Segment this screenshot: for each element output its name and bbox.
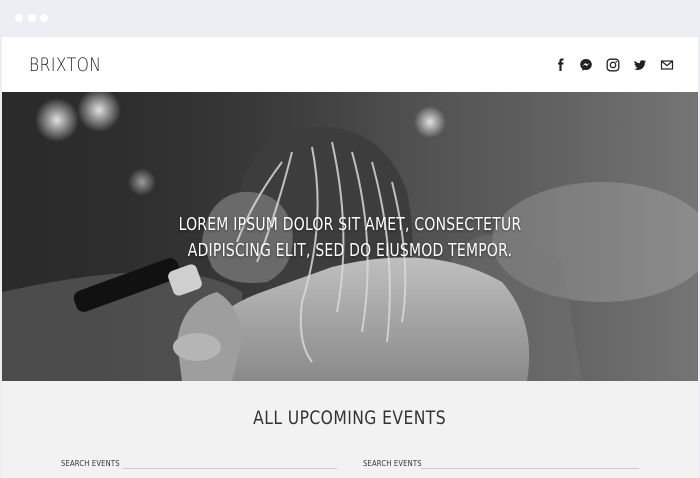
- window-dot-1: [15, 14, 23, 22]
- window-dot-2: [28, 14, 36, 22]
- search-events-left: SEARCH EVENTS: [61, 457, 339, 473]
- window-dot-3: [40, 14, 48, 22]
- page-frame: BRIXTON LOREM IPSUM DOLOR SIT AMET, CONS…: [2, 37, 698, 478]
- mail-icon[interactable]: [660, 58, 674, 72]
- search-events-input[interactable]: [123, 457, 337, 469]
- search-events-input[interactable]: [421, 457, 639, 469]
- brand-logo[interactable]: BRIXTON: [29, 54, 101, 76]
- search-events-right: SEARCH EVENTS: [363, 457, 641, 473]
- hero-line-1: LOREM IPSUM DOLOR SIT AMET, CONSECTETUR: [178, 214, 522, 235]
- twitter-icon[interactable]: [633, 58, 647, 72]
- messenger-icon[interactable]: [579, 58, 593, 72]
- facebook-icon[interactable]: [554, 58, 568, 72]
- hero-headline: LOREM IPSUM DOLOR SIT AMET, CONSECTETUR …: [2, 212, 698, 264]
- events-title-text: ALL UPCOMING EVENTS: [253, 407, 447, 429]
- site-header: BRIXTON: [2, 37, 698, 92]
- instagram-icon[interactable]: [606, 58, 620, 72]
- hero-banner: LOREM IPSUM DOLOR SIT AMET, CONSECTETUR …: [2, 92, 698, 381]
- events-title: ALL UPCOMING EVENTS: [2, 407, 698, 429]
- events-section: ALL UPCOMING EVENTS SEARCH EVENTS SEARCH…: [2, 381, 698, 478]
- browser-chrome: [0, 0, 700, 37]
- hero-line-2: ADIPISCING ELIT, SED DO EIUSMOD TEMPOR.: [187, 240, 513, 261]
- search-events-label: SEARCH EVENTS: [363, 459, 422, 468]
- search-events-label: SEARCH EVENTS: [61, 459, 120, 468]
